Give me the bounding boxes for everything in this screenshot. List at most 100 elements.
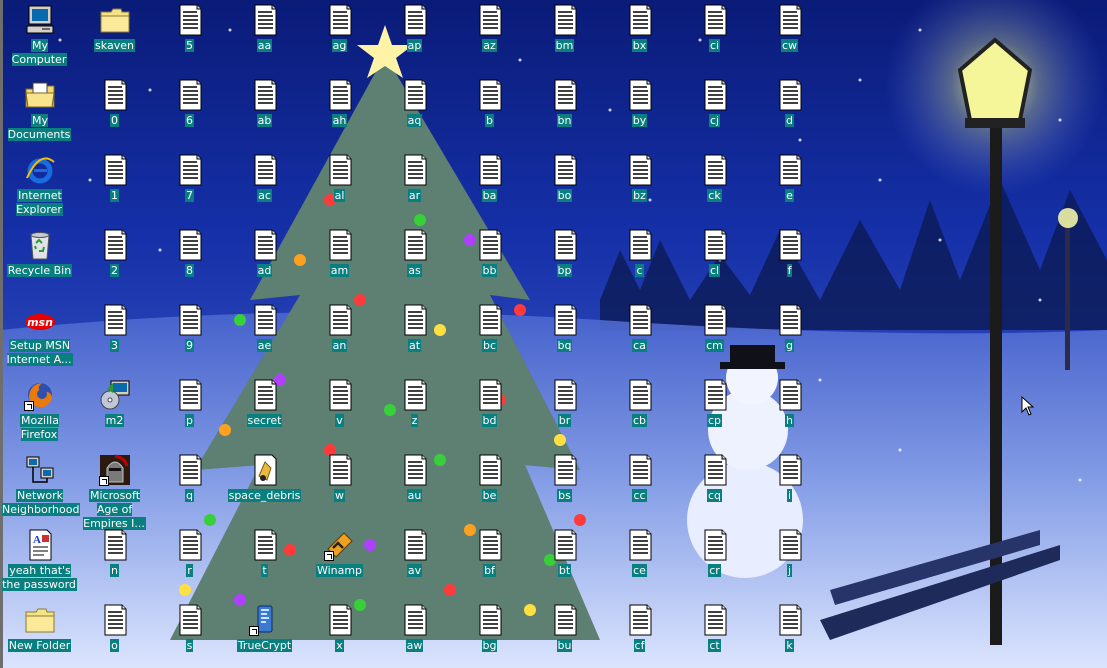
desktop-icon-bf[interactable]: bf (452, 525, 527, 595)
text-file-icon[interactable] (324, 604, 356, 636)
desktop-icon-bz[interactable]: bz (602, 150, 677, 220)
desktop-icon-label[interactable]: ct (677, 638, 752, 652)
desktop-icon-t[interactable]: t (227, 525, 302, 595)
desktop-icon-label[interactable]: Mozilla Firefox (2, 413, 77, 441)
text-file-icon[interactable] (699, 4, 731, 36)
text-file-icon[interactable] (174, 304, 206, 336)
desktop-icon-6[interactable]: 6 (152, 75, 227, 145)
desktop-icon-ar[interactable]: ar (377, 150, 452, 220)
desktop-icon-label[interactable]: e (752, 188, 827, 202)
desktop-icon-k[interactable]: k (752, 600, 827, 668)
text-file-icon[interactable] (549, 304, 581, 336)
text-file-icon[interactable] (624, 79, 656, 111)
desktop-icon-label[interactable]: b (452, 113, 527, 127)
text-file-icon[interactable] (324, 79, 356, 111)
desktop-icon-z[interactable]: z (377, 375, 452, 445)
desktop-icon-new-folder[interactable]: New Folder (2, 600, 77, 668)
age-of-empires-icon[interactable] (98, 454, 131, 486)
text-file-icon[interactable] (699, 454, 731, 486)
text-file-icon[interactable] (249, 304, 281, 336)
desktop-icon-label[interactable]: Setup MSN Internet A... (2, 338, 77, 366)
desktop-icon-bs[interactable]: bs (527, 450, 602, 520)
desktop-icon-label[interactable]: t (227, 563, 302, 577)
text-file-icon[interactable] (249, 379, 281, 411)
desktop-icon-mozilla-firefox[interactable]: Mozilla Firefox (2, 375, 77, 445)
desktop-icon-label[interactable]: yeah that's the password (2, 563, 77, 591)
text-file-icon[interactable] (699, 379, 731, 411)
winamp-icon[interactable] (323, 529, 356, 561)
text-file-icon[interactable] (774, 154, 806, 186)
desktop-icon-label[interactable]: bs (527, 488, 602, 502)
text-file-icon[interactable] (474, 229, 506, 261)
desktop-icon-label[interactable]: bx (602, 38, 677, 52)
text-file-icon[interactable] (249, 154, 281, 186)
desktop-icon-9[interactable]: 9 (152, 300, 227, 370)
desktop-icon-bx[interactable]: bx (602, 0, 677, 70)
desktop-icon-label[interactable]: at (377, 338, 452, 352)
desktop-icon-space-debris[interactable]: space_debris (227, 450, 302, 520)
desktop-icon-label[interactable]: au (377, 488, 452, 502)
desktop-icon-label[interactable]: z (377, 413, 452, 427)
desktop-icon-setup-msn-internet-a[interactable]: msn Setup MSN Internet A... (2, 300, 77, 370)
wordpad-document-icon[interactable]: A (24, 529, 56, 561)
desktop-icon-1[interactable]: 1 (77, 150, 152, 220)
text-file-icon[interactable] (549, 379, 581, 411)
desktop-icon-winamp[interactable]: Winamp (302, 525, 377, 595)
desktop-icon-x[interactable]: x (302, 600, 377, 668)
text-file-icon[interactable] (174, 529, 206, 561)
desktop-icon-label[interactable]: 7 (152, 188, 227, 202)
desktop-icon-i[interactable]: i (752, 450, 827, 520)
desktop-icon-label[interactable]: ag (302, 38, 377, 52)
desktop-icon-label[interactable]: bz (602, 188, 677, 202)
desktop-icon-label[interactable]: br (527, 413, 602, 427)
text-file-icon[interactable] (474, 454, 506, 486)
desktop-icon-label[interactable]: bo (527, 188, 602, 202)
text-file-icon[interactable] (699, 79, 731, 111)
text-file-icon[interactable] (99, 304, 131, 336)
text-file-icon[interactable] (399, 379, 431, 411)
desktop-icon-bp[interactable]: bp (527, 225, 602, 295)
text-file-icon[interactable] (624, 4, 656, 36)
text-file-icon[interactable] (549, 529, 581, 561)
desktop-icon-cl[interactable]: cl (677, 225, 752, 295)
desktop-icon-7[interactable]: 7 (152, 150, 227, 220)
desktop-icon-label[interactable]: New Folder (2, 638, 77, 652)
text-file-icon[interactable] (99, 529, 131, 561)
desktop-icon-an[interactable]: an (302, 300, 377, 370)
desktop-icon-ae[interactable]: ae (227, 300, 302, 370)
text-file-icon[interactable] (624, 154, 656, 186)
desktop-icon-label[interactable]: cl (677, 263, 752, 277)
desktop-icon-label[interactable]: bp (527, 263, 602, 277)
text-file-icon[interactable] (324, 154, 356, 186)
desktop-icon-az[interactable]: az (452, 0, 527, 70)
desktop-icon-label[interactable]: h (752, 413, 827, 427)
desktop-icon-yeah-that-s-the-password[interactable]: Ayeah that's the password (2, 525, 77, 595)
text-file-icon[interactable] (324, 304, 356, 336)
text-file-icon[interactable] (474, 529, 506, 561)
desktop-icon-w[interactable]: w (302, 450, 377, 520)
desktop-icon-al[interactable]: al (302, 150, 377, 220)
text-file-icon[interactable] (774, 79, 806, 111)
desktop-icon-label[interactable]: bu (527, 638, 602, 652)
desktop-icon-8[interactable]: 8 (152, 225, 227, 295)
text-file-icon[interactable] (249, 4, 281, 36)
text-file-icon[interactable] (174, 379, 206, 411)
desktop-icon-d[interactable]: d (752, 75, 827, 145)
desktop-icon-ba[interactable]: ba (452, 150, 527, 220)
desktop-icon-label[interactable]: cf (602, 638, 677, 652)
desktop-icon-label[interactable]: bd (452, 413, 527, 427)
desktop-icon-p[interactable]: p (152, 375, 227, 445)
desktop-icon-cc[interactable]: cc (602, 450, 677, 520)
desktop-icon-g[interactable]: g (752, 300, 827, 370)
desktop-icon-f[interactable]: f (752, 225, 827, 295)
desktop-icon-recycle-bin[interactable]: Recycle Bin (2, 225, 77, 295)
text-file-icon[interactable] (624, 454, 656, 486)
desktop-icon-label[interactable]: bf (452, 563, 527, 577)
desktop-icon-label[interactable]: bc (452, 338, 527, 352)
desktop-icon-my-documents[interactable]: My Documents (2, 75, 77, 145)
desktop-icon-label[interactable]: TrueCrypt (227, 638, 302, 652)
text-file-icon[interactable] (699, 529, 731, 561)
desktop-icon-label[interactable]: Recycle Bin (2, 263, 77, 277)
desktop-icon-cb[interactable]: cb (602, 375, 677, 445)
text-file-icon[interactable] (399, 4, 431, 36)
